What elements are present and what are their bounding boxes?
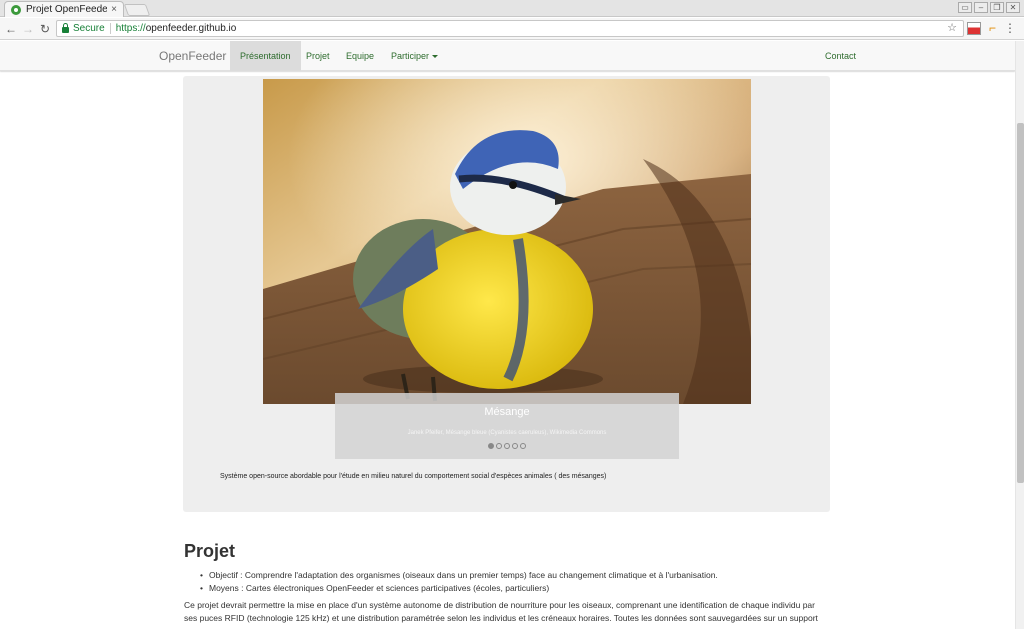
nav-participer-label: Participer <box>391 51 430 61</box>
nav-presentation[interactable]: Présentation <box>230 41 301 71</box>
browser-tab[interactable]: Projet OpenFeeder × <box>4 1 124 17</box>
carousel-image-blue-tit[interactable] <box>263 79 751 404</box>
carousel-dot[interactable] <box>496 443 502 449</box>
url-host: openfeeder.github.io <box>145 23 237 34</box>
carousel-dot[interactable] <box>504 443 510 449</box>
site-brand[interactable]: OpenFeeder <box>159 49 226 63</box>
maximize-icon[interactable]: ❐ <box>990 2 1004 13</box>
tab-title: Projet OpenFeeder <box>26 4 108 15</box>
projet-bullets: Objectif : Comprendre l'adaptation des o… <box>200 569 718 595</box>
page-scrollbar[interactable] <box>1015 41 1024 629</box>
extension-pin-icon[interactable]: ⌐ <box>989 22 1003 35</box>
carousel-indicators <box>335 443 679 449</box>
carousel-dot[interactable] <box>512 443 518 449</box>
minimize-icon[interactable]: – <box>974 2 988 13</box>
projet-paragraph: Ce projet devrait permettre la mise en p… <box>184 600 818 623</box>
carousel-caption: Mésange Janek Pfeifer, Mésange bleue (Cy… <box>335 393 679 459</box>
scrollbar-thumb[interactable] <box>1017 123 1024 483</box>
address-bar[interactable]: Secure https:// openfeeder.github.io ☆ <box>56 20 964 37</box>
window-controls: ▭ – ❐ ✕ <box>958 2 1020 13</box>
projet-heading: Projet <box>184 541 236 561</box>
nav-projet[interactable]: Projet <box>306 41 330 71</box>
list-item: Moyens : Cartes électroniques OpenFeeder… <box>200 582 718 595</box>
browser-tabstrip: Projet OpenFeeder × ▭ – ❐ ✕ <box>0 0 1024 17</box>
nav-contact[interactable]: Contact <box>825 41 856 71</box>
star-icon[interactable]: ☆ <box>947 21 957 34</box>
address-separator <box>109 23 111 34</box>
openfeeder-favicon-icon <box>11 4 21 15</box>
tab-close-icon[interactable]: × <box>111 4 117 15</box>
close-window-icon[interactable]: ✕ <box>1006 2 1020 13</box>
reload-icon[interactable]: ↻ <box>38 21 52 37</box>
url-scheme: https:// <box>115 23 146 34</box>
page-viewport: OpenFeeder Présentation Projet Equipe Pa… <box>0 41 1015 629</box>
browser-menu-icon[interactable]: ⋮ <box>1004 22 1016 35</box>
extension-calendar-icon[interactable] <box>967 22 981 35</box>
carousel-dot[interactable] <box>488 443 494 449</box>
blue-tit-photo <box>263 79 751 404</box>
jumbotron: Mésange Janek Pfeifer, Mésange bleue (Cy… <box>183 76 830 512</box>
new-tab-button[interactable] <box>123 4 151 16</box>
nav-participer[interactable]: Participer <box>391 41 439 71</box>
forward-icon[interactable]: → <box>21 21 35 37</box>
caption-title: Mésange <box>484 406 530 418</box>
jumbotron-tagline: Système open-source abordable pour l'étu… <box>220 473 607 480</box>
secure-label: Secure <box>73 23 105 34</box>
lock-icon <box>62 22 69 33</box>
nav-equipe[interactable]: Equipe <box>346 41 374 71</box>
browser-toolbar: ← → ↻ Secure https:// openfeeder.github.… <box>0 18 1024 40</box>
user-icon[interactable]: ▭ <box>958 2 972 13</box>
caption-credit: Janek Pfeifer, Mésange bleue (Cyanistes … <box>407 430 607 436</box>
back-icon[interactable]: ← <box>4 21 18 37</box>
caret-down-icon <box>432 55 439 59</box>
site-navbar: OpenFeeder Présentation Projet Equipe Pa… <box>0 41 1015 71</box>
carousel-dot[interactable] <box>520 443 526 449</box>
list-item: Objectif : Comprendre l'adaptation des o… <box>200 569 718 582</box>
